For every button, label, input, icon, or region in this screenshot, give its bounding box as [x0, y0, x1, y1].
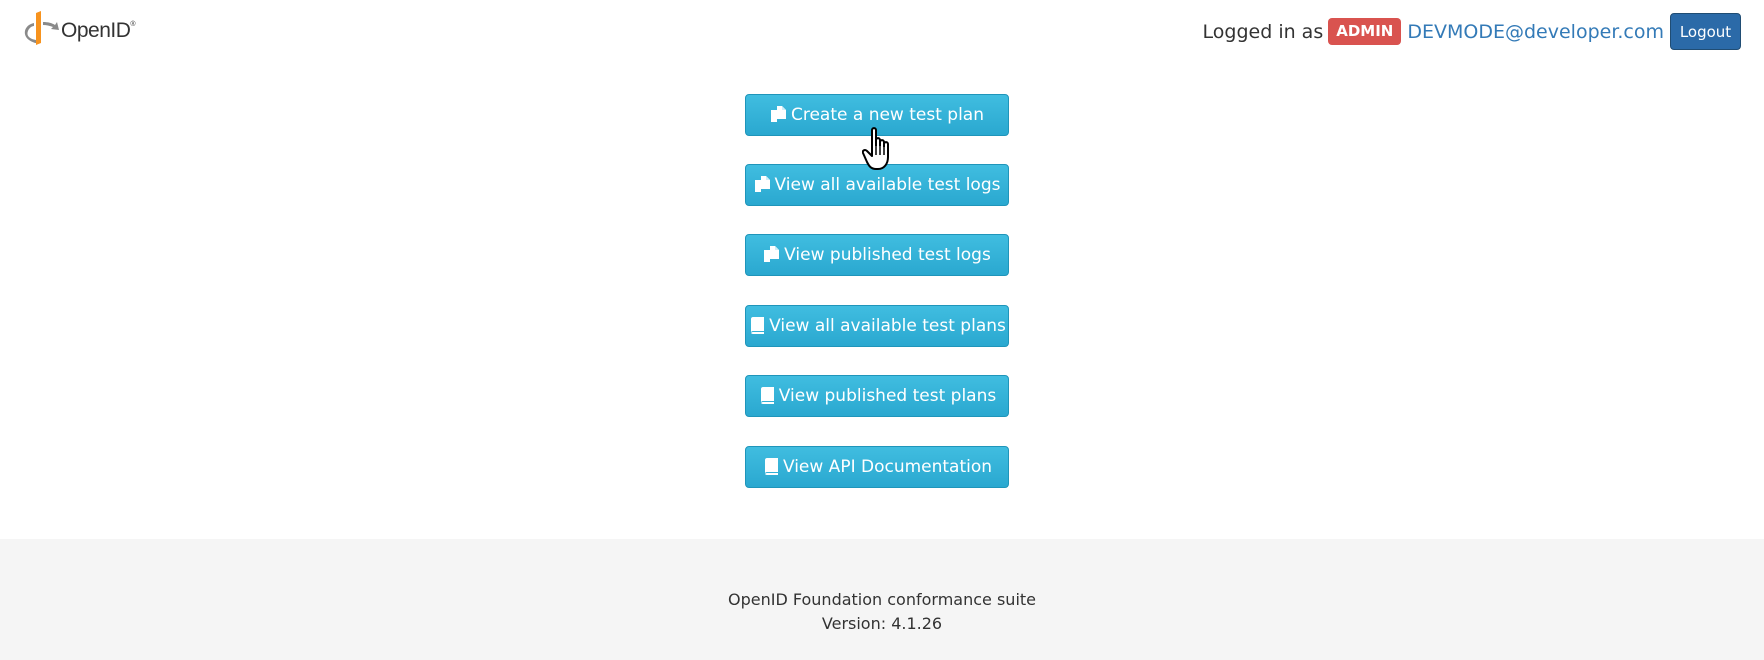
- footer-title: OpenID Foundation conformance suite: [728, 590, 1036, 609]
- menu-item-label: View all available test logs: [774, 175, 1001, 195]
- menu-item-label: View published test logs: [784, 245, 991, 265]
- copy-files-icon: [754, 176, 770, 192]
- view-published-test-plans-button[interactable]: View published test plans: [745, 375, 1009, 417]
- menu-item-label: View published test plans: [778, 386, 997, 406]
- openid-logo[interactable]: OpenID®: [21, 11, 141, 47]
- menu-item-label: View API Documentation: [782, 457, 993, 477]
- copy-files-icon: [764, 246, 780, 262]
- logged-in-label: Logged in as: [1202, 20, 1324, 43]
- footer-version: Version: 4.1.26: [821, 614, 943, 633]
- menu-item-label: Create a new test plan: [790, 105, 984, 125]
- hand-pointer-cursor-icon: [862, 127, 889, 170]
- view-api-documentation-button[interactable]: View API Documentation: [745, 446, 1009, 488]
- view-all-test-plans-button[interactable]: View all available test plans: [745, 305, 1009, 347]
- book-icon: [751, 317, 765, 334]
- menu-item-label: View all available test plans: [769, 316, 1006, 336]
- book-icon: [760, 387, 774, 404]
- user-area: Logged in as ADMIN DEVMODE@developer.com…: [1203, 13, 1741, 50]
- view-published-test-logs-button[interactable]: View published test logs: [745, 234, 1009, 276]
- logout-button[interactable]: Logout: [1670, 13, 1741, 50]
- page: OpenID® Logged in as ADMIN DEVMODE@devel…: [0, 0, 1764, 660]
- footer: OpenID Foundation conformance suite Vers…: [0, 539, 1764, 660]
- openid-logo-icon: [24, 11, 59, 45]
- logo-wordmark: OpenID®: [61, 19, 136, 42]
- user-email-link[interactable]: DEVMODE@developer.com: [1407, 21, 1664, 43]
- role-badge: ADMIN: [1328, 18, 1402, 45]
- copy-files-icon: [770, 106, 786, 122]
- book-icon: [764, 458, 778, 475]
